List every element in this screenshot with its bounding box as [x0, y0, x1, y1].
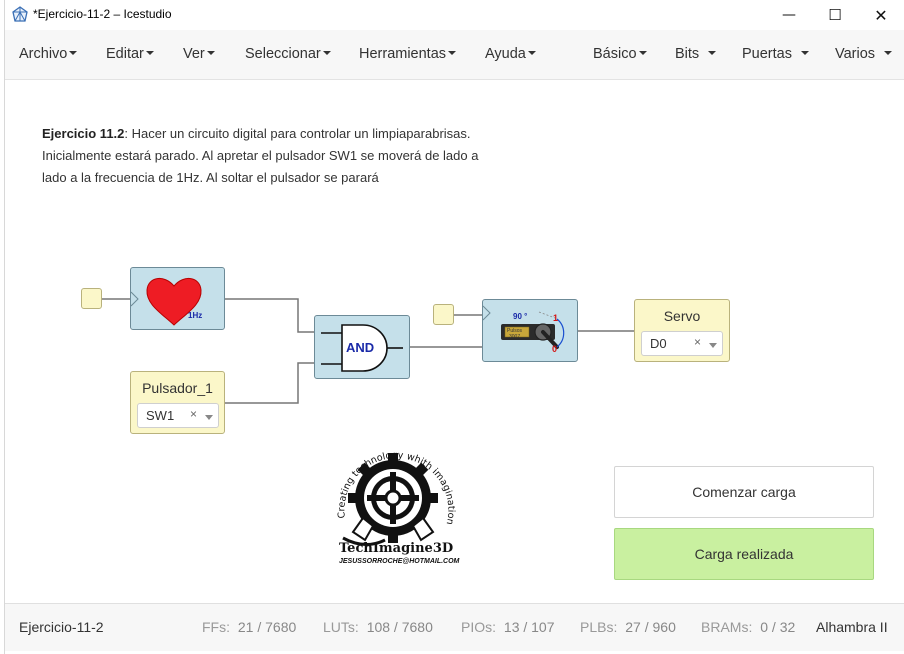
wire-pulsador-to-and: [223, 362, 315, 404]
menu-bar: Archivo Editar Ver Seleccionar Herramien…: [5, 30, 904, 80]
heart-frequency-label: 1Hz: [188, 311, 203, 320]
techimagine3d-logo: Creating technology whith imagination: [325, 426, 465, 576]
caret-down-icon: [322, 51, 331, 56]
minimize-icon: —: [782, 7, 796, 23]
pulsador-pin-select[interactable]: SW1 ×: [137, 403, 219, 428]
menu-bits[interactable]: Bits: [675, 30, 717, 80]
servo-pin-value: D0: [650, 336, 667, 351]
icestudio-window: *Ejercicio-11-2 – Icestudio — ☐ ✕ Archiv…: [0, 0, 904, 654]
pios-value: 13 / 107: [503, 619, 555, 635]
chevron-down-icon: [709, 343, 717, 348]
close-icon: ✕: [874, 5, 888, 25]
caret-down-icon: [69, 51, 78, 56]
luts-value: 108 / 7680: [366, 619, 433, 635]
luts-stat: LUTs: 108 / 7680: [323, 619, 433, 635]
caret-down-icon: [638, 51, 647, 56]
servo-clear-icon[interactable]: ×: [694, 335, 701, 349]
menu-archivo-label: Archivo: [19, 46, 68, 62]
menu-basico-label: Básico: [593, 46, 637, 62]
heart-icon: [131, 278, 202, 326]
menu-bits-label: Bits: [675, 46, 700, 62]
caret-down-icon: [448, 51, 457, 56]
menu-editar-label: Editar: [106, 46, 144, 62]
menu-varios-label: Varios: [835, 46, 876, 62]
ffs-value: 21 / 7680: [237, 619, 297, 635]
menu-puertas[interactable]: Puertas: [742, 30, 810, 80]
icestudio-app-icon: [12, 6, 28, 22]
servo-pulse-text-2: 3007: [509, 334, 521, 340]
ffs-stat: FFs: 21 / 7680: [202, 619, 296, 635]
menu-varios[interactable]: Varios: [835, 30, 893, 80]
plbs-value: 27 / 960: [625, 619, 676, 635]
menu-ver-label: Ver: [183, 46, 205, 62]
menu-editar[interactable]: Editar: [106, 30, 154, 80]
board-name[interactable]: Alhambra II: [816, 619, 888, 635]
caret-down-icon: [206, 51, 215, 56]
and-gate-label: AND: [346, 340, 375, 355]
menu-basico[interactable]: Básico: [593, 30, 647, 80]
servo-zero-label: 0: [552, 344, 558, 354]
servo-controller-block[interactable]: 90 ° Pulsos 3007 1 0: [482, 299, 578, 362]
servo-output-block[interactable]: Servo D0 ×: [634, 299, 730, 362]
caret-down-icon: [708, 51, 717, 56]
menu-archivo[interactable]: Archivo: [19, 30, 78, 80]
logo-brand: TechImagine3D: [339, 541, 454, 556]
caret-down-icon: [527, 51, 536, 56]
servo-angle-label: 90 °: [513, 312, 528, 321]
pulsador-clear-icon[interactable]: ×: [190, 407, 197, 421]
heartbeat-1hz-block[interactable]: 1Hz: [130, 267, 225, 330]
servo-pin-select[interactable]: D0 ×: [641, 331, 723, 356]
luts-label: LUTs:: [323, 619, 359, 635]
servo-title: Servo: [663, 308, 701, 324]
close-button[interactable]: ✕: [858, 0, 904, 30]
and-gate-block[interactable]: AND: [314, 315, 410, 379]
menu-ver[interactable]: Ver: [183, 30, 215, 80]
menu-herramientas[interactable]: Herramientas: [359, 30, 457, 80]
window-title: *Ejercicio-11-2 – Icestudio: [33, 7, 172, 21]
project-name: Ejercicio-11-2: [19, 619, 104, 635]
menu-ayuda-label: Ayuda: [485, 46, 526, 62]
caret-down-icon: [145, 51, 154, 56]
pios-stat: PIOs: 13 / 107: [461, 619, 555, 635]
title-bar: *Ejercicio-11-2 – Icestudio — ☐ ✕: [0, 0, 904, 30]
maximize-icon: ☐: [828, 6, 842, 24]
menu-seleccionar[interactable]: Seleccionar: [245, 30, 331, 80]
servo-icon: [483, 305, 565, 349]
ffs-label: FFs:: [202, 619, 230, 635]
pulsador-title: Pulsador_1: [142, 380, 213, 396]
servo-one-label: 1: [553, 313, 559, 323]
start-load-button[interactable]: Comenzar carga: [614, 466, 874, 518]
pulsador-pin-value: SW1: [146, 408, 175, 423]
plbs-label: PLBs:: [580, 619, 618, 635]
brams-stat: BRAMs: 0 / 32: [701, 619, 795, 635]
chevron-down-icon: [205, 415, 213, 420]
brams-label: BRAMs:: [701, 619, 753, 635]
param-wire-2: [454, 314, 484, 316]
brams-value: 0 / 32: [760, 619, 796, 635]
wire-heart-to-and: [224, 298, 315, 333]
heart-param-input[interactable]: [81, 288, 102, 309]
load-done-button[interactable]: Carga realizada: [614, 528, 874, 580]
servo-param-input[interactable]: [433, 304, 454, 325]
menu-herramientas-label: Herramientas: [359, 46, 447, 62]
plbs-stat: PLBs: 27 / 960: [580, 619, 676, 635]
logo-email: JESUSSORROCHE@HOTMAIL.COM: [339, 558, 460, 565]
pios-label: PIOs:: [461, 619, 497, 635]
status-bar: Ejercicio-11-2 FFs: 21 / 7680 LUTs: 108 …: [5, 603, 904, 651]
caret-down-icon: [801, 51, 810, 56]
param-wire-1: [102, 298, 132, 300]
minimize-button[interactable]: —: [766, 0, 812, 30]
background-window-edge: [0, 0, 5, 654]
menu-puertas-label: Puertas: [742, 46, 792, 62]
pulsador-input-block[interactable]: Pulsador_1 SW1 ×: [130, 371, 225, 434]
caret-down-icon: [884, 51, 893, 56]
menu-ayuda[interactable]: Ayuda: [485, 30, 536, 80]
menu-seleccionar-label: Seleccionar: [245, 46, 321, 62]
maximize-button[interactable]: ☐: [812, 0, 858, 30]
circuit-canvas[interactable]: Ejercicio 11.2: Hacer un circuito digita…: [5, 81, 904, 603]
